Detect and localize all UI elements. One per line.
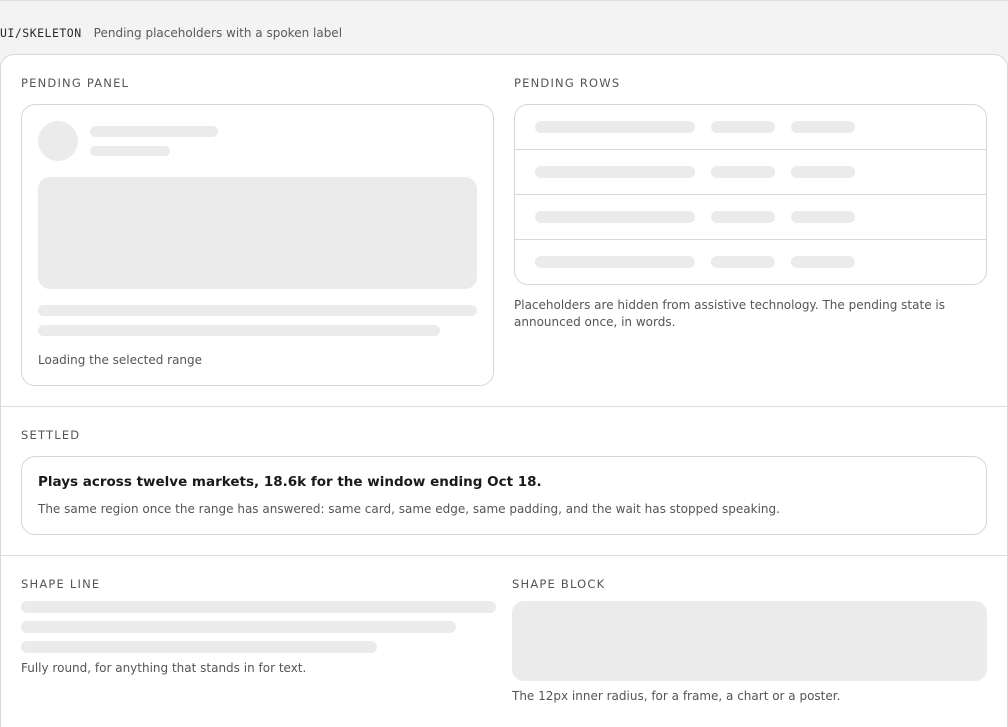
- subtitle-line-placeholder: [90, 146, 170, 156]
- cell-placeholder: [791, 211, 855, 223]
- settled-card: Plays across twelve markets, 18.6k for t…: [21, 456, 987, 535]
- top-divider: [0, 0, 1008, 1]
- cell-placeholder: [791, 256, 855, 268]
- shape-block-caption: The 12px inner radius, for a frame, a ch…: [512, 689, 841, 703]
- settled-body: The same region once the range has answe…: [38, 502, 780, 516]
- text-line-placeholder: [38, 325, 440, 336]
- loading-status-text: Loading the selected range: [38, 353, 203, 367]
- pending-panel-label: PENDING PANEL: [21, 76, 130, 90]
- cell-placeholder: [711, 211, 775, 223]
- table-row: [515, 105, 986, 150]
- cell-placeholder: [535, 121, 695, 133]
- avatar-placeholder: [38, 121, 78, 161]
- shape-block-label: SHAPE BLOCK: [512, 577, 606, 591]
- pending-panel-card: Loading the selected range: [21, 104, 494, 386]
- component-description: Pending placeholders with a spoken label: [93, 26, 343, 40]
- accessibility-note: Placeholders are hidden from assistive t…: [514, 298, 945, 329]
- pending-rows-table: [514, 104, 987, 285]
- title-line-placeholder: [90, 126, 218, 137]
- demo-frame: PENDING PANEL Loading the selected range…: [0, 54, 1008, 727]
- media-block-placeholder: [38, 177, 477, 289]
- cell-placeholder: [535, 211, 695, 223]
- table-row: [515, 150, 986, 195]
- settled-label: SETTLED: [21, 428, 81, 442]
- component-tag: UI/SKELETON: [0, 26, 82, 40]
- section-divider: [1, 555, 1008, 556]
- line-placeholder: [21, 641, 377, 653]
- page-header: UI/SKELETON Pending placeholders with a …: [0, 25, 342, 41]
- line-placeholder: [21, 621, 456, 633]
- cell-placeholder: [791, 121, 855, 133]
- table-row: [515, 240, 986, 284]
- cell-placeholder: [711, 166, 775, 178]
- cell-placeholder: [711, 256, 775, 268]
- block-placeholder: [512, 601, 987, 681]
- cell-placeholder: [791, 166, 855, 178]
- pending-rows-label: PENDING ROWS: [514, 76, 621, 90]
- cell-placeholder: [711, 121, 775, 133]
- section-divider: [1, 406, 1008, 407]
- line-placeholder: [21, 601, 496, 613]
- settled-title: Plays across twelve markets, 18.6k for t…: [38, 474, 542, 490]
- cell-placeholder: [535, 256, 695, 268]
- cell-placeholder: [535, 166, 695, 178]
- text-line-placeholder: [38, 305, 477, 316]
- shape-line-label: SHAPE LINE: [21, 577, 101, 591]
- shape-line-caption: Fully round, for anything that stands in…: [21, 661, 307, 675]
- table-row: [515, 195, 986, 240]
